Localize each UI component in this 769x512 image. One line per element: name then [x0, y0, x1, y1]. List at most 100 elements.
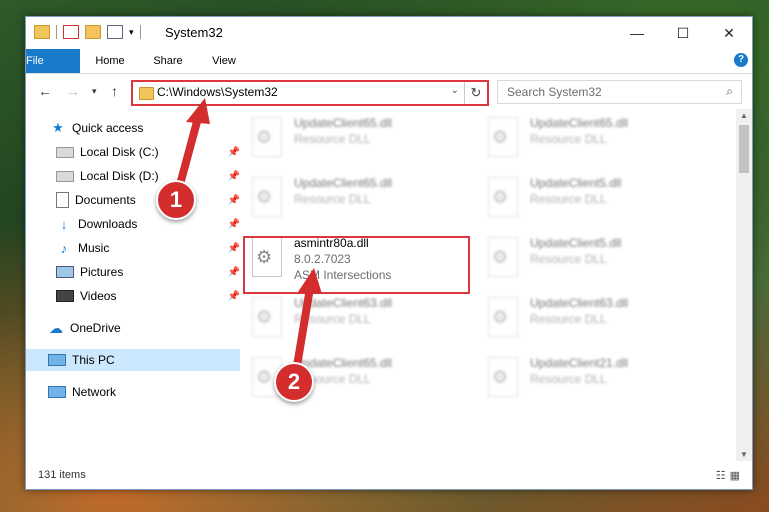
address-bar[interactable]: C:\Windows\System32 ⌄ ↻: [131, 80, 489, 106]
nav-item-pictures[interactable]: Pictures 📌: [26, 261, 248, 283]
properties-icon[interactable]: [63, 25, 79, 39]
file-item[interactable]: ⚙ UpdateClient63.dll Resource DLL: [484, 295, 628, 337]
search-icon: ⌕: [726, 84, 733, 98]
nav-item-downloads[interactable]: ↓ Downloads 📌: [26, 213, 248, 235]
file-name: UpdateClient63.dll: [530, 296, 629, 310]
file-name: UpdateClient21.dll: [530, 356, 629, 370]
scroll-up-icon[interactable]: ▲: [740, 111, 748, 120]
pictures-icon: [56, 266, 74, 278]
ribbon-tabs: File Home Share View ?: [26, 49, 752, 74]
drive-icon: [56, 170, 74, 182]
file-description: Resource DLL: [530, 312, 607, 326]
tab-home[interactable]: Home: [88, 49, 132, 73]
customize-icon[interactable]: [107, 25, 123, 39]
file-name: UpdateClient65.dll: [294, 116, 393, 130]
chevron-down-icon[interactable]: ⌄: [451, 85, 459, 96]
cloud-icon: ☁: [49, 319, 63, 336]
tab-share[interactable]: Share: [146, 49, 190, 73]
recent-locations-icon[interactable]: ▾: [92, 86, 97, 97]
music-icon: ♪: [60, 240, 68, 256]
tab-file[interactable]: File: [26, 49, 80, 73]
nav-label: Videos: [80, 289, 117, 303]
gear-icon: ⚙: [492, 247, 509, 267]
up-arrow-icon[interactable]: ↑: [111, 83, 118, 99]
file-item[interactable]: ⚙ UpdateClient21.dll Resource DLL: [484, 355, 628, 397]
new-folder-icon[interactable]: [85, 25, 101, 39]
file-name: UpdateClient5.dll: [530, 176, 622, 190]
nav-label: Documents: [75, 193, 136, 207]
search-box[interactable]: Search System32 ⌕: [497, 80, 742, 104]
navigation-pane: ★ Quick access Local Disk (C:) 📌 Local D…: [26, 109, 240, 461]
address-path: C:\Windows\System32: [157, 85, 278, 99]
nav-label: Network: [72, 385, 117, 399]
back-arrow-icon[interactable]: ←: [38, 83, 52, 99]
network-icon: [48, 386, 66, 398]
file-description: Resource DLL: [530, 192, 607, 206]
nav-label: Pictures: [80, 265, 124, 279]
help-button[interactable]: ?: [734, 53, 748, 67]
star-icon: ★: [52, 120, 64, 135]
nav-item-videos[interactable]: Videos 📌: [26, 285, 248, 307]
minimize-button[interactable]: —: [614, 17, 660, 49]
scrollbar-thumb[interactable]: [739, 125, 749, 173]
file-description: Resource DLL: [530, 372, 607, 386]
nav-label: Music: [78, 241, 110, 255]
documents-icon: [56, 192, 69, 208]
file-item[interactable]: ⚙ UpdateClient5.dll Resource DLL: [484, 175, 621, 217]
scroll-down-icon[interactable]: ▼: [740, 450, 748, 459]
callout-badge-2: 2: [274, 362, 314, 402]
callout-badge-1: 1: [156, 180, 196, 220]
nav-item-local-disk-c[interactable]: Local Disk (C:) 📌: [26, 141, 248, 163]
file-description: Resource DLL: [530, 252, 607, 266]
navigation-bar: ← → ▾ ↑ C:\Windows\System32 ⌄ ↻ Search S…: [26, 74, 752, 108]
nav-quick-access[interactable]: ★ Quick access: [26, 117, 242, 139]
file-name: UpdateClient65.dll: [294, 176, 393, 190]
close-button[interactable]: ✕: [706, 17, 752, 49]
vertical-scrollbar[interactable]: ▲ ▼: [736, 109, 752, 461]
item-count: 131 items: [38, 469, 86, 481]
forward-arrow-icon[interactable]: →: [66, 83, 80, 99]
view-toggle-icons[interactable]: ☷▦: [716, 469, 744, 482]
computer-icon: [48, 354, 66, 366]
toolbar-divider: [139, 25, 141, 39]
gear-icon: ⚙: [256, 367, 273, 387]
nav-label: Quick access: [72, 121, 144, 135]
file-item[interactable]: ⚙ UpdateClient65.dll Resource DLL: [248, 355, 392, 397]
gear-icon: ⚙: [492, 127, 509, 147]
file-name: UpdateClient63.dll: [294, 296, 393, 310]
file-description: Resource DLL: [294, 312, 371, 326]
nav-item-local-disk-d[interactable]: Local Disk (D:) 📌: [26, 165, 248, 187]
gear-icon: ⚙: [492, 367, 509, 387]
title-bar: ▾ System32 — ☐ ✕: [26, 17, 752, 49]
gear-icon: ⚙: [256, 187, 273, 207]
chevron-down-icon[interactable]: ▾: [129, 27, 134, 38]
file-name: UpdateClient65.dll: [530, 116, 629, 130]
tab-view[interactable]: View: [202, 49, 246, 73]
maximize-button[interactable]: ☐: [660, 17, 706, 49]
file-description: Resource DLL: [294, 132, 371, 146]
nav-item-documents[interactable]: Documents 📌: [26, 189, 248, 211]
file-description: Resource DLL: [294, 192, 371, 206]
toolbar-divider: [56, 25, 57, 39]
nav-label: Local Disk (D:): [80, 169, 159, 183]
nav-onedrive[interactable]: ☁ OneDrive: [26, 317, 240, 339]
folder-icon: [139, 87, 154, 100]
refresh-icon[interactable]: ↻: [464, 82, 487, 104]
file-item[interactable]: ⚙ UpdateClient63.dll Resource DLL: [248, 295, 392, 337]
nav-this-pc[interactable]: This PC: [26, 349, 240, 371]
file-description: Resource DLL: [530, 132, 607, 146]
search-placeholder: Search System32: [507, 85, 602, 99]
download-icon: ↓: [60, 216, 68, 232]
file-item[interactable]: ⚙ UpdateClient65.dll Resource DLL: [248, 175, 392, 217]
gear-icon: ⚙: [256, 127, 273, 147]
nav-network[interactable]: Network: [26, 381, 240, 403]
explorer-window: ▾ System32 — ☐ ✕ File Home Share View ? …: [25, 16, 753, 490]
file-item[interactable]: ⚙ UpdateClient5.dll Resource DLL: [484, 235, 621, 277]
file-item[interactable]: ⚙ UpdateClient65.dll Resource DLL: [248, 115, 392, 157]
file-item[interactable]: ⚙ UpdateClient65.dll Resource DLL: [484, 115, 628, 157]
nav-label: This PC: [72, 353, 115, 367]
nav-item-music[interactable]: ♪ Music 📌: [26, 237, 248, 259]
videos-icon: [56, 290, 74, 302]
nav-label: Local Disk (C:): [80, 145, 159, 159]
folder-icon: [34, 25, 50, 39]
